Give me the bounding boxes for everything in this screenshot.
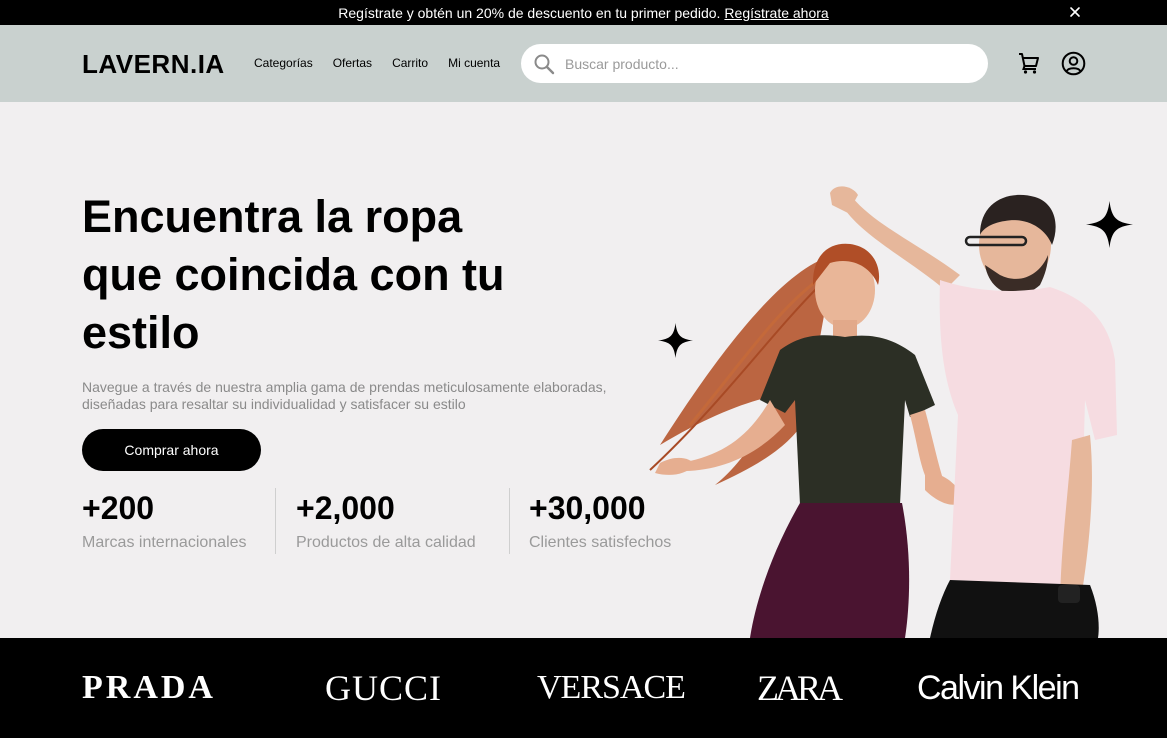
stat-products: +2,000 Productos de alta calidad [296, 488, 476, 552]
nav-mi-cuenta[interactable]: Mi cuenta [448, 56, 500, 70]
search-icon [534, 54, 555, 74]
hero-description: Navegue a través de nuestra amplia gama … [82, 379, 607, 412]
navbar: LAVERN.IA Categorías Ofertas Carrito Mi … [0, 25, 1167, 102]
close-icon[interactable] [1066, 3, 1084, 21]
user-icon[interactable] [1061, 51, 1086, 76]
nav-links: Categorías Ofertas Carrito Mi cuenta [254, 56, 500, 70]
nav-ofertas[interactable]: Ofertas [333, 56, 372, 70]
search-bar[interactable] [521, 44, 988, 83]
brand-prada[interactable]: PRADA [82, 668, 216, 708]
search-input[interactable] [565, 55, 965, 72]
stat-divider [509, 488, 510, 554]
stat-label: Marcas internacionales [82, 534, 247, 551]
stat-label: Productos de alta calidad [296, 534, 476, 551]
promo-text: Regístrate y obtén un 20% de descuento e… [338, 4, 721, 21]
signup-link[interactable]: Regístrate ahora [724, 5, 828, 21]
stat-value: +200 [82, 490, 155, 526]
brands-bar: PRADA GUCCI VERSACE ZARA Calvin Klein [0, 638, 1167, 738]
stat-divider [275, 488, 276, 554]
brand-zara[interactable]: ZARA [757, 668, 843, 708]
hero-photo [649, 186, 1117, 638]
cart-icon[interactable] [1017, 51, 1041, 75]
promo-bar: Regístrate y obtén un 20% de descuento e… [0, 0, 1167, 25]
brand-gucci[interactable]: GUCCI [325, 668, 442, 708]
nav-categorias[interactable]: Categorías [254, 56, 313, 70]
brand-versace[interactable]: VERSACE [537, 668, 686, 708]
shop-now-button[interactable]: Comprar ahora [82, 429, 261, 471]
hero-title: Encuentra la ropa que coincida con tu es… [82, 191, 505, 358]
nav-carrito[interactable]: Carrito [392, 56, 428, 70]
stat-brands: +200 Marcas internacionales [82, 488, 247, 552]
brand-calvin-klein[interactable]: Calvin Klein [917, 668, 1080, 708]
logo[interactable]: LAVERN.IA [82, 49, 225, 80]
stat-value: +2,000 [296, 490, 395, 526]
